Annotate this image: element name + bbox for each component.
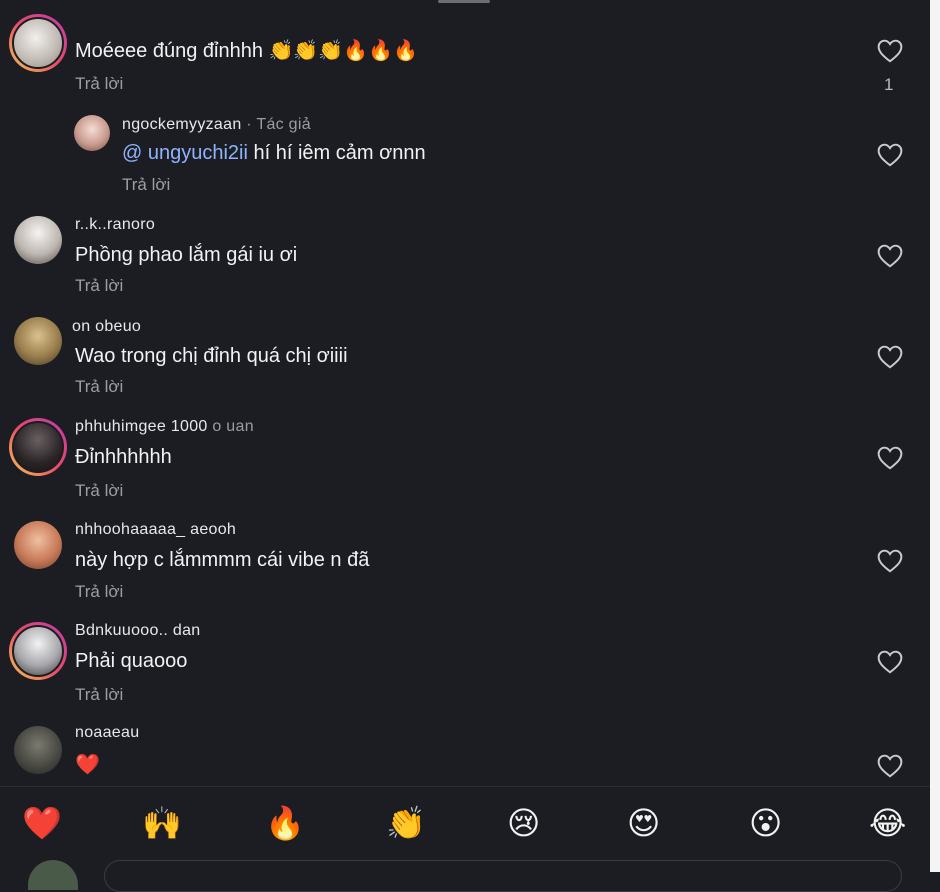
avatar[interactable] [74, 115, 110, 151]
username[interactable]: ngockemyyzaan · Tác giả [122, 116, 311, 134]
username[interactable]: r..k..ranoro [75, 216, 155, 234]
avatar[interactable] [14, 521, 62, 569]
avatar[interactable] [14, 317, 62, 365]
reply-button[interactable]: Trả lời [75, 582, 123, 602]
heart-icon[interactable] [877, 244, 903, 268]
comment-input[interactable] [104, 860, 902, 892]
comment-text: này hợp c lắmmmm cái vibe n đã [75, 549, 370, 571]
heart-icon[interactable] [877, 650, 903, 674]
comment-text: Phải quaooo [75, 650, 188, 672]
emoji-surprised-button[interactable]: 😮 [749, 803, 782, 843]
comment-text: Moéeee đúng đỉnhhh 👏👏👏🔥🔥🔥 [75, 40, 418, 62]
emoji-heart-button[interactable]: ❤️ [22, 803, 62, 843]
username[interactable]: nhhoohaaaaa_ aeooh [75, 521, 236, 539]
reply-button[interactable]: Trả lời [75, 276, 123, 296]
reply-button[interactable]: Trả lời [75, 377, 123, 397]
reply-button[interactable]: Trả lời [122, 175, 170, 195]
emoji-crying-button[interactable]: 😢 [507, 803, 540, 843]
avatar[interactable] [9, 14, 67, 72]
emoji-raised-hands-button[interactable]: 🙌 [142, 803, 182, 843]
heart-icon[interactable] [877, 345, 903, 369]
avatar[interactable] [9, 622, 67, 680]
author-badge: · Tác giả [246, 116, 311, 133]
reply-button[interactable]: Trả lời [75, 74, 123, 94]
sheet-drag-handle[interactable] [438, 0, 490, 3]
emoji-quick-bar: ❤️ 🙌 🔥 👏 😢 😍 😮 😂 [0, 786, 930, 859]
mention-link[interactable]: @ ungyuchi2ii [122, 142, 248, 164]
current-user-avatar [28, 860, 78, 890]
username[interactable]: on obeuo [72, 318, 141, 336]
emoji-heart-eyes-button[interactable]: 😍 [627, 803, 660, 843]
comment-text: @ ungyuchi2ii hí hí iêm cảm ơnnn [122, 142, 426, 164]
reply-button[interactable]: Trả lời [75, 481, 123, 501]
username[interactable]: noaaeau [75, 724, 139, 742]
like-count: 1 [884, 75, 894, 94]
heart-icon[interactable] [877, 39, 903, 63]
heart-icon[interactable] [877, 549, 903, 573]
comment-text: ❤️ [75, 754, 100, 776]
comment-text: Wao trong chị đỉnh quá chị ơiiii [75, 345, 348, 367]
heart-icon[interactable] [877, 754, 903, 778]
avatar[interactable] [14, 216, 62, 264]
avatar[interactable] [14, 726, 62, 774]
emoji-laughing-button[interactable]: 😂 [869, 803, 906, 843]
avatar[interactable] [9, 418, 67, 476]
heart-icon[interactable] [877, 446, 903, 470]
comment-text: Phồng phao lắm gái iu ơi [75, 244, 298, 266]
comment-text: Đỉnhhhhhh [75, 446, 172, 468]
right-edge-strip [930, 0, 940, 872]
emoji-fire-button[interactable]: 🔥 [265, 803, 305, 843]
heart-icon[interactable] [877, 143, 903, 167]
username[interactable]: phhuhimgee 1000 o uan [75, 418, 254, 436]
emoji-clap-button[interactable]: 👏 [386, 803, 426, 843]
username[interactable]: Bdnkuuooo.. dan [75, 622, 201, 640]
reply-button[interactable]: Trả lời [75, 685, 123, 705]
